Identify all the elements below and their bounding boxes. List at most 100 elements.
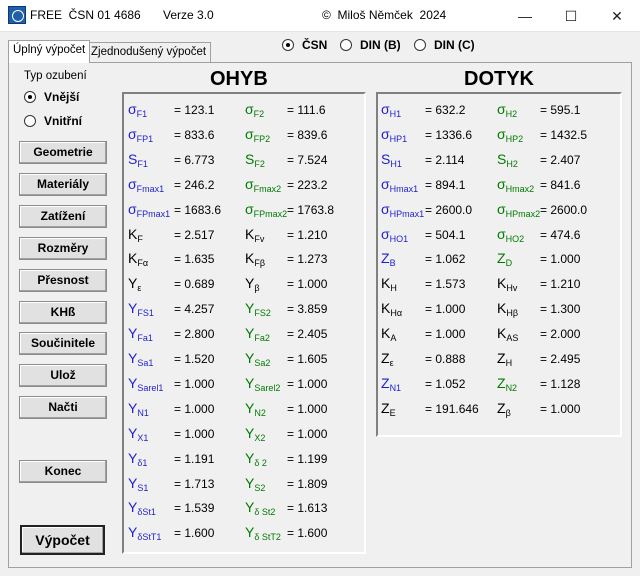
ohyb-symbol: σFmax2 (245, 176, 281, 194)
ohyb-symbol: YFa2 (245, 325, 270, 343)
ohyb-value: = 2.517 (174, 227, 215, 242)
ohyb-value: = 123.1 (174, 103, 215, 117)
dotyk-symbol: Zβ (497, 400, 511, 418)
ohyb-value: = 1683.6 (174, 202, 222, 217)
dotyk-value: = 1336.6 (425, 127, 473, 142)
symbol-base: σ (245, 125, 254, 142)
symbol-subscript: B (389, 258, 396, 269)
symbol-base: Z (497, 250, 506, 267)
ohyb-value: = 1.000 (174, 376, 215, 391)
tab-full-calculation[interactable]: Úplný výpočet (8, 40, 91, 63)
norm-radio-din-b[interactable]: DIN (B) (340, 38, 401, 52)
symbol-subscript: N2 (505, 382, 518, 393)
save-button[interactable]: Ulož (19, 364, 107, 387)
dotyk-value: = 595.1 (540, 103, 581, 117)
symbol-base: Y (245, 300, 255, 317)
ohyb-value: = 1.809 (287, 476, 328, 491)
ohyb-symbol: YFa1 (128, 325, 153, 343)
symbol-subscript: H1 (389, 109, 402, 119)
symbol-subscript: δ1 (137, 457, 148, 468)
ohyb-value: = 839.6 (287, 127, 328, 142)
symbol-base: S (497, 150, 507, 167)
dotyk-value: = 2600.0 (540, 202, 588, 217)
toothing-radio-external[interactable]: Vnější (24, 90, 79, 104)
ohyb-title: OHYB (210, 68, 268, 90)
symbol-base: σ (381, 200, 390, 217)
dotyk-value: = 1.210 (540, 277, 581, 292)
dotyk-value: = 0.888 (425, 352, 466, 366)
symbol-subscript: Fv (254, 233, 265, 244)
dimensions-button[interactable]: Rozměry (19, 237, 107, 260)
toothing-radio-internal[interactable]: Vnitřní (24, 114, 82, 128)
symbol-subscript: AS (506, 333, 519, 344)
symbol-base: Y (245, 474, 255, 491)
dotyk-value: = 1.062 (425, 252, 466, 267)
ohyb-value: = 1.199 (287, 451, 328, 466)
symbol-subscript: H1 (390, 158, 402, 169)
calculate-button[interactable]: Výpočet (20, 525, 105, 555)
exit-button[interactable]: Konec (19, 460, 107, 483)
norm-label: DIN (C) (434, 38, 475, 52)
ohyb-symbol: YSa1 (128, 350, 153, 368)
radio-indicator (24, 91, 36, 103)
norm-radio-din-c[interactable]: DIN (C) (414, 38, 475, 52)
symbol-base: Y (128, 300, 138, 317)
symbol-base: Y (245, 424, 255, 441)
dotyk-symbol: σHPmax2 (497, 201, 540, 219)
symbol-base: Y (245, 399, 255, 416)
ohyb-value: = 833.6 (174, 127, 215, 142)
symbol-subscript: HO2 (505, 233, 525, 244)
symbol-subscript: F1 (137, 158, 148, 169)
symbol-subscript: Fa1 (137, 333, 153, 344)
minimize-button[interactable]: — (502, 0, 548, 32)
tab-simplified-calculation[interactable]: Zjednodušený výpočet (87, 42, 212, 62)
ohyb-value: = 1.191 (174, 451, 215, 466)
symbol-subscript: F2 (254, 158, 265, 169)
dotyk-symbol: σHO1 (381, 226, 408, 244)
toothing-type-label: Typ ozubení (24, 70, 87, 82)
ohyb-symbol: YS1 (128, 475, 148, 493)
symbol-base: σ (381, 225, 390, 242)
radio-indicator (340, 39, 352, 51)
symbol-subscript: δ 2 (254, 457, 267, 468)
norm-radio-csn[interactable]: ČSN (282, 38, 327, 52)
symbol-subscript: Sa2 (254, 358, 271, 368)
symbol-subscript: F1 (136, 109, 148, 119)
symbol-base: Z (381, 399, 390, 416)
symbol-base: σ (497, 200, 506, 217)
symbol-base: Z (381, 250, 390, 267)
geometry-button[interactable]: Geometrie (19, 141, 107, 164)
ohyb-value: = 1.539 (174, 501, 215, 516)
close-button[interactable]: ✕ (594, 0, 640, 32)
ohyb-value: = 1.273 (287, 252, 328, 267)
materials-button[interactable]: Materiály (19, 173, 107, 196)
khb-button[interactable]: KHß (19, 301, 107, 324)
accuracy-button[interactable]: Přesnost (19, 269, 107, 292)
app-icon (8, 6, 26, 24)
symbol-base: σ (381, 101, 390, 117)
maximize-button[interactable]: ☐ (548, 0, 594, 32)
symbol-base: σ (497, 225, 506, 242)
symbol-subscript: E (389, 407, 396, 418)
symbol-base: Y (245, 374, 255, 391)
radio-indicator (282, 39, 294, 51)
dotyk-symbol: KAS (497, 325, 518, 343)
open-button[interactable]: Načti (19, 396, 107, 419)
symbol-subscript: δ St2 (254, 507, 276, 518)
symbol-base: K (381, 300, 391, 317)
symbol-subscript: δ StT2 (254, 532, 281, 543)
dotyk-symbol: ZE (381, 400, 396, 418)
symbol-base: K (381, 325, 391, 342)
ohyb-value: = 1.000 (287, 401, 328, 416)
coefficients-button[interactable]: Součinitele (19, 332, 107, 355)
radio-indicator (414, 39, 426, 51)
dotyk-value: = 841.6 (540, 177, 581, 192)
ohyb-symbol: SF2 (245, 151, 265, 169)
author-label: © Miloš Němček 2024 (322, 8, 447, 22)
symbol-subscript: HP1 (389, 133, 408, 144)
symbol-base: σ (381, 175, 390, 192)
toothing-option-label: Vnější (44, 90, 80, 104)
symbol-subscript: HP2 (505, 133, 524, 144)
symbol-base: σ (128, 175, 137, 192)
load-button[interactable]: Zatížení (19, 205, 107, 228)
